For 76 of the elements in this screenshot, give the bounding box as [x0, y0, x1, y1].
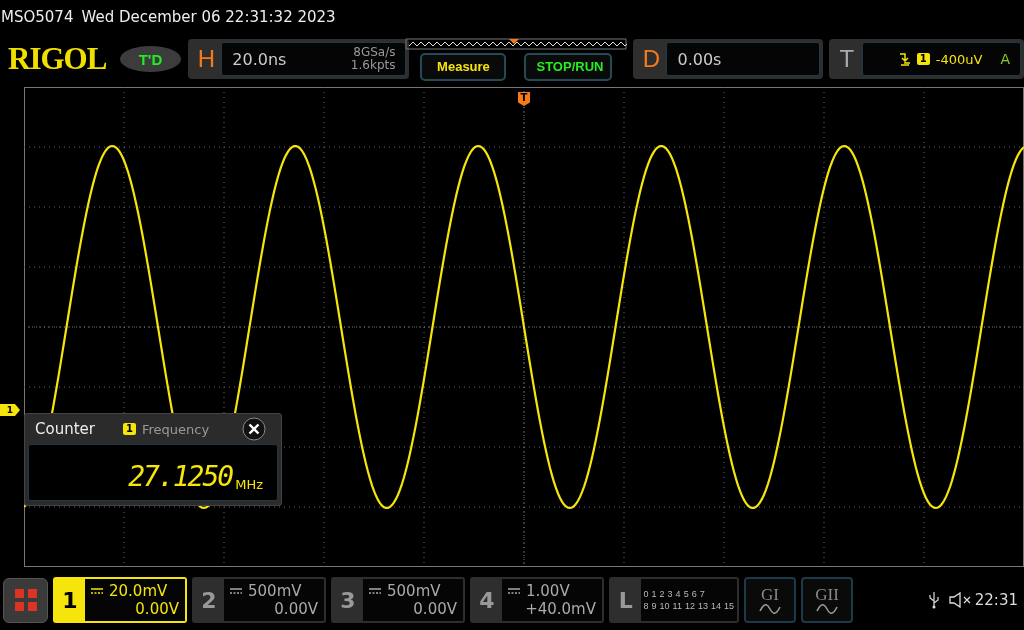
mode-badge[interactable]: T'D [119, 46, 182, 72]
vertical-scale: 1.00V [526, 582, 570, 600]
dc-coupling-icon [91, 588, 103, 594]
horizontal-label: H [196, 45, 216, 73]
timebase-value: 20.0ns [232, 49, 288, 69]
channel-number: 2 [200, 587, 218, 613]
counter-source: 1 [122, 423, 136, 435]
horizontal-panel[interactable]: H 20.0ns 8GSa/s 1.6kpts [188, 39, 410, 79]
dc-coupling-icon [508, 588, 520, 594]
logic-label: L [617, 587, 634, 613]
channel-control[interactable]: 4 1.00V +40.0mV [470, 577, 604, 623]
vertical-scale: 500mV [248, 582, 302, 600]
menu-button[interactable] [3, 577, 48, 623]
channel-number: 1 [61, 587, 79, 613]
dc-coupling-icon [369, 588, 381, 594]
measurement-type: Frequency [141, 421, 211, 437]
sine-wave-icon [816, 604, 838, 614]
channel-control[interactable]: 3 500mV 0.00V [331, 577, 465, 623]
generator-button[interactable]: GII [801, 577, 853, 623]
vertical-scale: 500mV [387, 582, 441, 600]
logic-channel-number: 8 [643, 601, 649, 611]
frequency-unit: MHz [235, 477, 263, 492]
logic-channel-number: 13 [697, 601, 708, 611]
trigger-level: -400uV [935, 51, 984, 67]
sine-wave-icon [759, 604, 781, 614]
clock: 22:31 [974, 591, 1018, 609]
vertical-offset: 0.00V [413, 600, 457, 618]
trigger-position-marker[interactable]: T [518, 92, 530, 106]
toolbar-button[interactable]: Measure [420, 52, 507, 81]
logic-channel-number: 6 [691, 589, 697, 599]
generator-button[interactable]: GI [744, 577, 796, 623]
channel-number: 3 [339, 587, 357, 613]
falling-edge-icon [898, 52, 911, 66]
grid-icon [14, 589, 37, 611]
channel-control[interactable]: 2 500mV 0.00V [192, 577, 326, 623]
logic-channel-number: 1 [651, 589, 657, 599]
vertical-offset: 0.00V [274, 600, 318, 618]
logic-channel-number: 11 [672, 601, 682, 611]
vertical-scale: 20.0mV [109, 582, 168, 600]
logic-control[interactable]: L 0 1 2 3 4 5 6 7 8 9 10 11 12 13 14 15 [609, 577, 739, 623]
dc-coupling-icon [230, 588, 242, 594]
trigger-source: 1 [916, 53, 930, 65]
frequency-value: 27.1250 [128, 462, 233, 492]
logic-channel-number: 15 [724, 601, 734, 611]
vertical-offset: +40.0mV [525, 600, 596, 618]
counter-title: Counter [35, 420, 95, 438]
channel-number: 4 [478, 587, 496, 613]
logic-channel-number: 12 [684, 601, 695, 611]
date-time: Wed December 06 22:31:32 2023 [81, 8, 336, 26]
logic-channel-number: 4 [675, 589, 681, 599]
muted-speaker-icon[interactable] [948, 592, 971, 608]
usb-icon [928, 591, 939, 609]
logic-channel-number: 2 [659, 589, 665, 599]
close-icon[interactable] [242, 417, 266, 441]
delay-label: D [641, 45, 662, 73]
logic-channel-number: 7 [699, 589, 705, 599]
channel-control[interactable]: 1 20.0mV 0.00V [53, 577, 187, 623]
model-name: MSO5074 [1, 8, 74, 26]
waveform-overview-icon [405, 37, 628, 50]
toolbar-button[interactable]: STOP/RUN [524, 52, 613, 81]
logic-channel-number: 9 [651, 601, 657, 611]
trigger-mode: A [1000, 51, 1010, 67]
logic-channel-number: 3 [667, 589, 673, 599]
delay-panel[interactable]: D 0.00s [633, 39, 823, 79]
memory-depth: 1.6kpts [350, 59, 396, 72]
logic-channel-number: 14 [710, 601, 721, 611]
logic-channel-number: 5 [683, 589, 689, 599]
logic-channel-number: 0 [643, 589, 649, 599]
channel-marker[interactable]: 1 [0, 404, 20, 416]
brand-logo: RIGOL [8, 41, 108, 77]
vertical-offset: 0.00V [135, 600, 179, 618]
logic-channel-number: 10 [659, 601, 670, 611]
delay-value: 0.00s [677, 49, 723, 69]
sample-rate: 8GSa/s [353, 46, 396, 59]
trigger-label: T [838, 45, 856, 73]
trigger-panel[interactable]: T 1 -400uV A [828, 39, 1024, 79]
